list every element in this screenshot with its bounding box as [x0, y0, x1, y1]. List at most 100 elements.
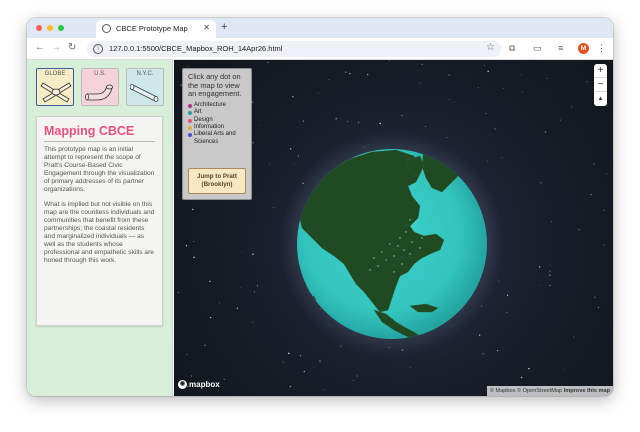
- minimize-window-button[interactable]: [47, 25, 53, 31]
- crossed-pipes-icon: [40, 82, 72, 103]
- star: [252, 253, 254, 255]
- mapbox-logo[interactable]: ◉ mapbox: [178, 380, 220, 390]
- engagement-dot[interactable]: [381, 251, 383, 253]
- menu-icon[interactable]: ⋮: [597, 43, 606, 54]
- close-window-button[interactable]: [36, 25, 42, 31]
- star: [260, 124, 262, 126]
- bookmark-star-icon[interactable]: ☆: [486, 42, 495, 53]
- star: [477, 87, 479, 88]
- star: [594, 296, 596, 298]
- site-info-icon[interactable]: i: [93, 44, 103, 54]
- engagement-dot[interactable]: [397, 245, 399, 247]
- tab-close-icon[interactable]: ✕: [203, 23, 210, 32]
- new-tab-button[interactable]: +: [221, 21, 227, 33]
- star: [252, 321, 254, 323]
- star: [539, 266, 541, 268]
- about-card: Mapping CBCE This prototype map is an in…: [36, 116, 163, 326]
- star: [252, 142, 254, 144]
- engagement-dot[interactable]: [411, 241, 413, 243]
- star: [209, 280, 211, 283]
- star: [448, 74, 450, 76]
- mapbox-logo-text: mapbox: [189, 380, 220, 389]
- star: [349, 72, 351, 75]
- back-arrow-icon[interactable]: ←: [35, 42, 45, 54]
- nyc-view-button[interactable]: N.Y.C.: [126, 68, 164, 106]
- improve-map-link[interactable]: Improve this map: [564, 388, 610, 394]
- engagement-dot[interactable]: [385, 259, 387, 261]
- art-dot-icon: [188, 111, 192, 116]
- star: [421, 63, 423, 65]
- star: [288, 352, 290, 354]
- globe-favicon-icon: [102, 24, 111, 33]
- star: [597, 306, 599, 308]
- maximize-window-button[interactable]: [58, 25, 64, 31]
- engagement-dot[interactable]: [419, 247, 421, 249]
- star: [340, 345, 342, 347]
- engagement-dot[interactable]: [405, 231, 407, 233]
- star: [379, 122, 381, 125]
- zoom-out-button[interactable]: −: [594, 78, 607, 92]
- liberal-arts-dot-icon: [188, 133, 192, 138]
- engagement-dot[interactable]: [417, 229, 419, 231]
- media-control-icon[interactable]: ≡: [558, 43, 563, 54]
- engagement-dot[interactable]: [409, 253, 411, 255]
- tab-title: CBCE Prototype Map: [116, 24, 188, 33]
- extensions-icon[interactable]: ⧉: [509, 43, 515, 54]
- zoom-in-button[interactable]: +: [594, 64, 607, 78]
- engagement-dot[interactable]: [389, 243, 391, 245]
- engagement-dot[interactable]: [399, 237, 401, 239]
- star: [344, 71, 347, 73]
- engagement-dot[interactable]: [373, 257, 375, 259]
- engagement-dot[interactable]: [393, 255, 395, 257]
- engagement-dot[interactable]: [403, 249, 405, 251]
- star: [253, 291, 255, 293]
- legend-label: Liberal Arts and Sciences: [194, 131, 236, 145]
- star: [479, 334, 481, 336]
- star: [593, 163, 595, 165]
- star: [419, 82, 421, 84]
- star: [528, 367, 530, 370]
- star: [223, 378, 225, 381]
- star: [563, 368, 565, 370]
- browser-tab[interactable]: CBCE Prototype Map ✕: [96, 20, 216, 38]
- star: [191, 208, 194, 211]
- star: [274, 206, 276, 208]
- star: [299, 355, 301, 357]
- tab-search-icon[interactable]: ▭: [533, 43, 542, 54]
- engagement-dot[interactable]: [401, 263, 403, 265]
- star: [446, 137, 448, 138]
- star: [401, 115, 403, 117]
- design-dot-icon: [188, 118, 192, 123]
- star: [539, 285, 540, 286]
- map-canvas[interactable]: Click any dot on the map to view an enga…: [174, 60, 613, 396]
- profile-avatar[interactable]: M: [578, 43, 589, 54]
- engagement-dot[interactable]: [393, 271, 395, 273]
- engagement-dot[interactable]: [369, 269, 371, 271]
- star: [494, 128, 496, 130]
- legend-item-liberal-arts: Liberal Arts and Sciences: [188, 131, 246, 146]
- star: [603, 209, 605, 211]
- reload-icon[interactable]: ↻: [68, 42, 76, 54]
- legend-label: Architecture: [194, 101, 227, 108]
- compass-button[interactable]: ▲: [594, 92, 607, 106]
- star: [347, 120, 349, 122]
- star: [520, 74, 522, 76]
- us-view-button[interactable]: U.S.: [81, 68, 119, 106]
- map-attribution: © Mapbox © OpenStreetMap Improve this ma…: [486, 386, 613, 396]
- globe-view-button[interactable]: GLOBE: [36, 68, 74, 106]
- us-button-label: U.S.: [94, 71, 106, 77]
- engagement-dot[interactable]: [421, 237, 423, 239]
- star: [303, 370, 305, 373]
- jump-to-pratt-button[interactable]: Jump to Pratt (Brooklyn): [188, 168, 246, 194]
- star: [210, 316, 212, 319]
- star: [501, 157, 503, 159]
- url-text[interactable]: 127.0.0.1:5500/CBCE_Mapbox_ROH_14Apr26.h…: [109, 44, 282, 53]
- engagement-dot[interactable]: [413, 225, 415, 227]
- address-bar[interactable]: i 127.0.0.1:5500/CBCE_Mapbox_ROH_14Apr26…: [87, 41, 501, 57]
- engagement-dot[interactable]: [409, 219, 411, 221]
- engagement-dot[interactable]: [377, 265, 379, 267]
- attribution-copyright[interactable]: © Mapbox © OpenStreetMap: [490, 388, 562, 394]
- star: [251, 101, 254, 103]
- forward-arrow-icon[interactable]: →: [51, 42, 61, 54]
- star: [282, 361, 284, 363]
